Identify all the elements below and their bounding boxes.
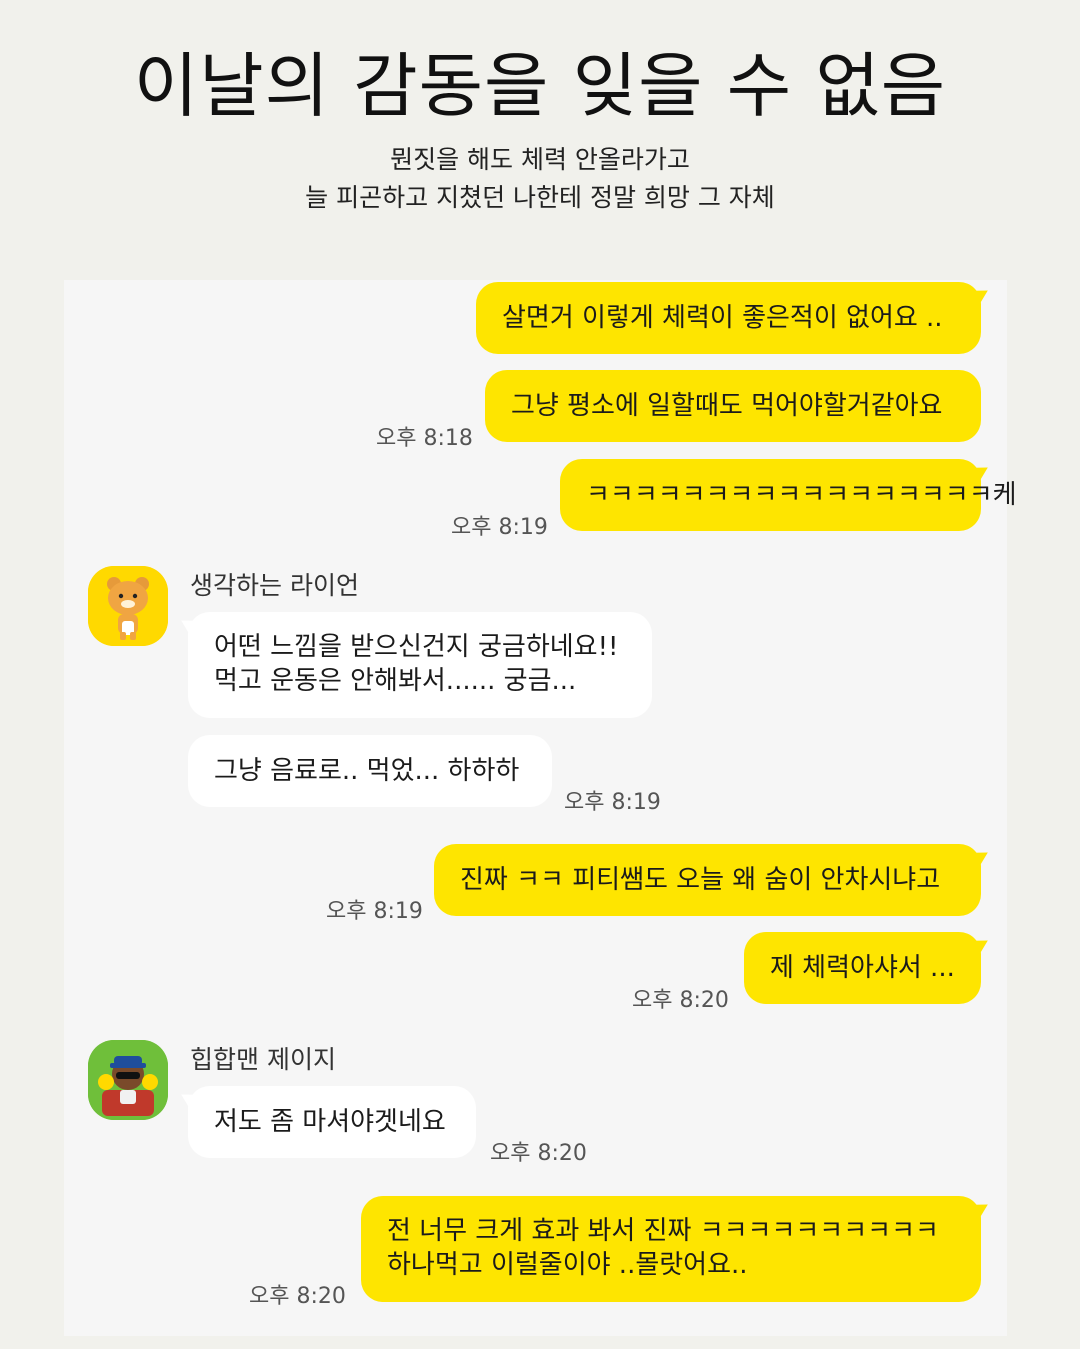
message-text-line-1: 어떤 느낌을 받으신건지 궁금하네요!! <box>214 632 619 662</box>
message-text: 진짜 ㅋㅋ 피티쌤도 오늘 왜 숨이 안차시냐고 <box>460 865 941 895</box>
my-message-bubble[interactable]: 진짜 ㅋㅋ 피티쌤도 오늘 왜 숨이 안차시냐고 <box>434 844 981 916</box>
my-message-bubble[interactable]: ㅋㅋㅋㅋㅋㅋㅋㅋㅋㅋㅋㅋㅋㅋㅋㅋㅋ케 <box>560 459 1017 531</box>
chat-screenshot: 살면거 이렇게 체력이 좋은적이 없어요 .. 오후 8:18 그냥 평소에 일… <box>64 280 1017 1336</box>
page-title: 이날의 감동을 잊을 수 없음 <box>133 45 947 127</box>
their-message-bubble[interactable]: 어떤 느낌을 받으신건지 궁금하네요!! 먹고 운동은 안해봐서...... 궁… <box>188 612 652 718</box>
message-text-line-2: 먹고 운동은 안해봐서...... 궁금... <box>214 666 577 696</box>
message-text-line-1: 전 너무 크게 효과 봐서 진짜 ㅋㅋㅋㅋㅋㅋㅋㅋㅋㅋ <box>387 1216 939 1246</box>
subtitle-line-2: 늘 피곤하고 지쳤던 나한테 정말 희망 그 자체 <box>305 183 775 212</box>
message-time: 오후 8:20 <box>249 1284 346 1309</box>
jayz-character-icon <box>88 1040 168 1120</box>
message-text: 그냥 평소에 일할때도 먹어야할거같아요 <box>511 391 943 421</box>
my-message-bubble[interactable]: 제 체력아샤서 ... <box>744 932 981 1004</box>
sender-name: 힙합맨 제이지 <box>190 1045 336 1074</box>
my-message-bubble[interactable]: 살면거 이렇게 체력이 좋은적이 없어요 .. <box>476 282 981 354</box>
my-message-bubble[interactable]: 그냥 평소에 일할때도 먹어야할거같아요 <box>485 370 981 442</box>
their-message-bubble[interactable]: 그냥 음료로.. 먹었... 하하하 <box>188 735 552 807</box>
message-text-line-2: 하나먹고 이럴줄이야 ..몰랏어요.. <box>387 1250 748 1280</box>
message-text: 제 체력아샤서 ... <box>770 953 955 983</box>
message-text: 저도 좀 마셔야겟네요 <box>214 1107 446 1137</box>
sender-name: 생각하는 라이언 <box>190 571 359 600</box>
subtitle-line-1: 뭔짓을 해도 체력 안올라가고 <box>390 145 690 174</box>
message-text: 살면거 이렇게 체력이 좋은적이 없어요 .. <box>502 303 943 333</box>
jayz-avatar[interactable] <box>88 1040 168 1120</box>
message-time: 오후 8:20 <box>632 988 729 1013</box>
message-text: 그냥 음료로.. 먹었... 하하하 <box>214 756 520 786</box>
their-message-bubble[interactable]: 저도 좀 마셔야겟네요 <box>188 1086 476 1158</box>
message-time: 오후 8:20 <box>490 1141 587 1166</box>
ryan-avatar[interactable] <box>88 566 168 646</box>
message-text: ㅋㅋㅋㅋㅋㅋㅋㅋㅋㅋㅋㅋㅋㅋㅋㅋㅋ케 <box>586 480 1017 510</box>
ryan-character-icon <box>88 566 168 646</box>
message-time: 오후 8:19 <box>326 899 423 924</box>
my-message-bubble[interactable]: 전 너무 크게 효과 봐서 진짜 ㅋㅋㅋㅋㅋㅋㅋㅋㅋㅋ 하나먹고 이럴줄이야 .… <box>361 1196 981 1302</box>
message-time: 오후 8:19 <box>451 515 548 540</box>
message-time: 오후 8:19 <box>564 790 661 815</box>
message-time: 오후 8:18 <box>376 426 473 451</box>
